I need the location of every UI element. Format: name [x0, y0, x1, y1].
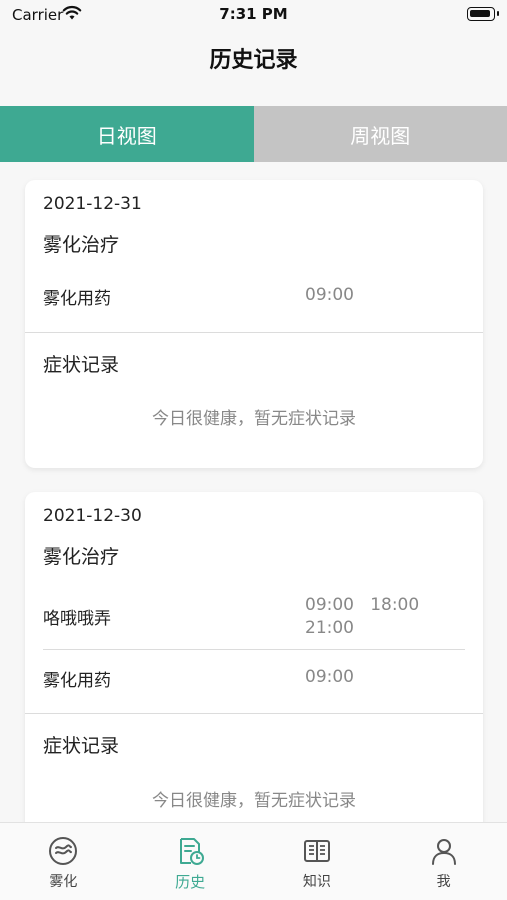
nav-item-knowledge[interactable]: 知识	[254, 823, 381, 900]
nebulizer-icon	[49, 837, 78, 865]
record-card: 2021-12-30 雾化治疗 咯哦哦弄 09:00 18:00 21:00 雾化…	[25, 492, 483, 822]
divider	[25, 713, 483, 714]
record-date: 2021-12-31	[43, 194, 142, 214]
nav-item-nebulizer[interactable]: 雾化	[0, 823, 127, 900]
profile-icon	[431, 839, 456, 865]
symptom-section-title: 症状记录	[43, 354, 120, 376]
tab-day-view[interactable]: 日视图	[0, 106, 254, 162]
records-list[interactable]: 2021-12-31 雾化治疗 雾化用药 09:00 症状记录 今日很健康，暂无…	[0, 162, 507, 822]
empty-symptom-note: 今日很健康，暂无症状记录	[152, 409, 356, 429]
status-bar: Carrier 7:31 PM	[0, 0, 507, 30]
nav-item-profile[interactable]: 我	[380, 823, 507, 900]
treatment-time-line: 09:00 18:00	[305, 595, 420, 615]
divider	[25, 332, 483, 333]
view-tabs: 日视图 周视图	[0, 106, 507, 162]
treatment-name: 雾化用药	[43, 671, 111, 691]
clock: 7:31 PM	[219, 5, 288, 23]
treatment-name: 咯哦哦弄	[43, 609, 111, 629]
empty-symptom-note: 今日很健康，暂无症状记录	[152, 791, 356, 811]
treatment-section-title: 雾化治疗	[43, 546, 120, 568]
nav-item-history[interactable]: 历史	[127, 823, 254, 900]
record-card: 2021-12-31 雾化治疗 雾化用药 09:00 症状记录 今日很健康，暂无…	[25, 180, 483, 468]
treatment-time: 09:00	[305, 667, 354, 687]
treatment-section-title: 雾化治疗	[43, 234, 120, 256]
nav-label: 知识	[302, 874, 331, 890]
nav-label: 我	[436, 874, 451, 890]
bottom-tab-bar: 雾化 历史 知识 我	[0, 822, 507, 900]
history-icon	[180, 838, 205, 865]
treatment-time: 09:00 18:00 21:00	[305, 594, 419, 640]
symptom-section-title: 症状记录	[43, 735, 120, 757]
divider	[43, 649, 465, 650]
record-date: 2021-12-30	[43, 506, 142, 526]
nav-label: 历史	[175, 873, 206, 891]
page-title: 历史记录	[209, 48, 298, 73]
treatment-time-line: 21:00	[305, 618, 354, 638]
book-icon	[303, 840, 330, 862]
nav-label: 雾化	[49, 874, 78, 890]
treatment-time: 09:00	[305, 285, 354, 305]
treatment-name: 雾化用药	[43, 289, 111, 309]
tab-week-view[interactable]: 周视图	[253, 106, 507, 162]
battery-icon	[467, 7, 499, 21]
